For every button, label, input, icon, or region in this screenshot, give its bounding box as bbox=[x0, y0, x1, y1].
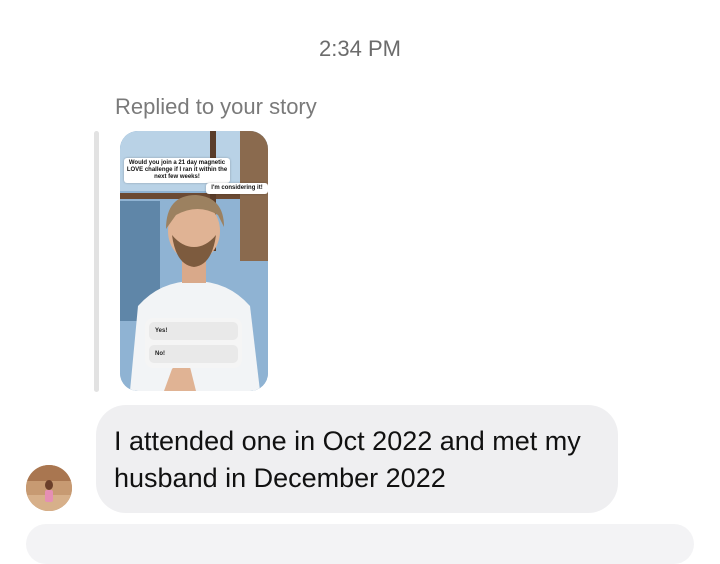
story-preview-card[interactable]: Would you join a 21 day magnetic LOVE ch… bbox=[120, 131, 268, 391]
reply-indicator-bar bbox=[94, 131, 99, 392]
message-text: I attended one in Oct 2022 and met my hu… bbox=[114, 426, 581, 493]
poll-option-no: No! bbox=[149, 345, 238, 363]
replied-to-story-label: Replied to your story bbox=[115, 94, 317, 119]
story-poll: Yes! No! bbox=[145, 318, 242, 368]
poll-option-yes: Yes! bbox=[149, 322, 238, 340]
avatar-photo bbox=[26, 465, 72, 511]
message-bubble[interactable]: I attended one in Oct 2022 and met my hu… bbox=[96, 405, 618, 513]
story-reply-sticker: I'm considering it! bbox=[206, 183, 268, 194]
next-message-bubble-partial bbox=[26, 524, 694, 564]
sender-avatar[interactable] bbox=[26, 465, 72, 511]
story-question-sticker: Would you join a 21 day magnetic LOVE ch… bbox=[124, 158, 230, 183]
message-timestamp: 2:34 PM bbox=[319, 36, 401, 61]
